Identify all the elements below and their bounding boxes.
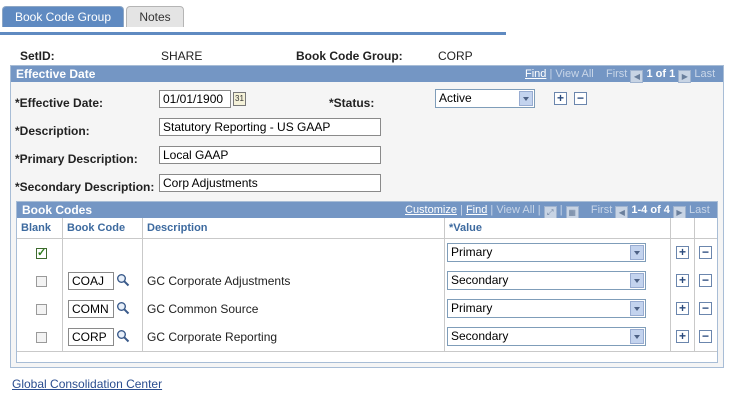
- effective-find-link[interactable]: Find: [525, 68, 546, 80]
- effective-date-input[interactable]: 01/01/1900: [159, 90, 231, 108]
- effective-date-label: *Effective Date:: [15, 96, 104, 110]
- value-select[interactable]: Secondary: [447, 271, 646, 290]
- tab-book-code-group[interactable]: Book Code Group: [2, 6, 124, 27]
- global-consolidation-center-link[interactable]: Global Consolidation Center: [12, 377, 162, 391]
- chevron-down-icon: [630, 245, 644, 260]
- add-row-button[interactable]: +: [676, 330, 689, 343]
- effective-first: First: [605, 68, 628, 80]
- col-header-book-code: Book Code: [63, 218, 143, 238]
- book-code-group-value: CORP: [438, 49, 473, 63]
- description-input[interactable]: Statutory Reporting - US GAAP: [159, 118, 381, 136]
- blank-checkbox[interactable]: [36, 304, 47, 315]
- page-tabs: Book Code Group Notes: [0, 6, 506, 35]
- calendar-icon[interactable]: 31: [233, 92, 246, 106]
- delete-row-button[interactable]: −: [699, 274, 712, 287]
- tab-notes[interactable]: Notes: [126, 6, 184, 27]
- description-text: GC Corporate Adjustments: [147, 274, 291, 288]
- book-code-group-label: Book Code Group:: [296, 49, 403, 63]
- book-codes-title: Book Codes: [22, 203, 93, 217]
- effective-view-all: View All: [555, 68, 594, 80]
- description-label: *Description:: [15, 124, 90, 138]
- value-select[interactable]: Secondary: [447, 327, 646, 346]
- customize-link[interactable]: Customize: [405, 204, 457, 216]
- col-header-value: *Value: [445, 218, 671, 238]
- add-row-button[interactable]: +: [676, 274, 689, 287]
- table-row: COAJ GC Corporate Adjustments Secondary …: [17, 267, 717, 296]
- add-row-button[interactable]: +: [676, 302, 689, 315]
- primary-description-input[interactable]: Local GAAP: [159, 146, 381, 164]
- status-label: *Status:: [329, 96, 375, 110]
- blank-checkbox[interactable]: [36, 276, 47, 287]
- magnifier-icon[interactable]: [116, 273, 130, 287]
- book-codes-nav: Customize | Find | View All | ⤢ | ▦ Firs…: [405, 204, 710, 219]
- effective-count: 1 of 1: [646, 68, 676, 80]
- chevron-down-icon: [630, 301, 644, 316]
- value-select-text: Secondary: [451, 273, 509, 287]
- add-row-button[interactable]: +: [676, 246, 689, 259]
- value-select-text: Secondary: [451, 329, 509, 343]
- description-cell-empty: [143, 239, 445, 267]
- delete-row-button[interactable]: −: [699, 246, 712, 259]
- magnifier-icon[interactable]: [116, 301, 130, 315]
- col-header-add: [671, 218, 695, 238]
- blank-checkbox[interactable]: [36, 246, 47, 259]
- effective-date-group: Effective Date Find | View All First ◀ 1…: [10, 65, 724, 368]
- table-row: COMN GC Common Source Primary + −: [17, 295, 717, 324]
- chevron-down-icon: [630, 273, 644, 288]
- blank-checkbox[interactable]: [36, 332, 47, 343]
- prev-arrow-icon: ◀: [630, 70, 644, 83]
- secondary-description-input[interactable]: Corp Adjustments: [159, 174, 381, 192]
- value-select-text: Primary: [451, 301, 493, 315]
- col-header-description: Description: [143, 218, 445, 238]
- primary-description-label: *Primary Description:: [15, 152, 138, 166]
- book-codes-grid: Book Codes Customize | Find | View All |…: [16, 201, 718, 363]
- value-select-text: Primary: [451, 245, 493, 259]
- effective-date-title: Effective Date: [16, 67, 96, 81]
- secondary-description-label: *Secondary Description:: [15, 180, 155, 194]
- delete-row-button[interactable]: −: [699, 330, 712, 343]
- table-row: CORP GC Corporate Reporting Secondary + …: [17, 323, 717, 352]
- description-text: GC Common Source: [147, 302, 259, 316]
- effective-last: Last: [694, 68, 716, 80]
- delete-row-button[interactable]: −: [699, 302, 712, 315]
- tab-underline: [0, 32, 506, 35]
- add-effective-row-button[interactable]: +: [554, 92, 567, 105]
- next-arrow-icon: ▶: [678, 70, 692, 83]
- book-codes-last: Last: [689, 204, 710, 216]
- description-text: GC Corporate Reporting: [147, 330, 278, 344]
- magnifier-icon[interactable]: [116, 329, 130, 343]
- book-code-input[interactable]: CORP: [68, 328, 114, 346]
- effective-date-nav: Find | View All First ◀ 1 of 1 ▶ Last: [525, 68, 716, 83]
- status-value: Active: [439, 91, 472, 105]
- value-select[interactable]: Primary: [447, 299, 646, 318]
- col-header-blank: Blank: [17, 218, 63, 238]
- effective-date-header: Effective Date Find | View All First ◀ 1…: [11, 66, 723, 83]
- status-select[interactable]: Active: [435, 89, 535, 108]
- chevron-down-icon: [519, 91, 533, 106]
- book-code-cell-empty: [63, 239, 143, 267]
- book-codes-header: Book Codes Customize | Find | View All |…: [17, 202, 717, 219]
- grid-column-headers: Blank Book Code Description *Value: [17, 218, 717, 239]
- table-row: Primary + −: [17, 239, 717, 268]
- value-select[interactable]: Primary: [447, 243, 646, 262]
- delete-effective-row-button[interactable]: −: [574, 92, 587, 105]
- book-codes-first: First: [590, 204, 613, 216]
- book-codes-find-link[interactable]: Find: [466, 204, 487, 216]
- chevron-down-icon: [630, 329, 644, 344]
- book-code-input[interactable]: COMN: [68, 300, 114, 318]
- col-header-delete: [695, 218, 717, 238]
- book-codes-count: 1-4 of 4: [631, 204, 670, 216]
- setid-value: SHARE: [161, 49, 203, 63]
- setid-label: SetID:: [20, 49, 55, 63]
- book-codes-view-all: View All: [496, 204, 535, 216]
- book-code-input[interactable]: COAJ: [68, 272, 114, 290]
